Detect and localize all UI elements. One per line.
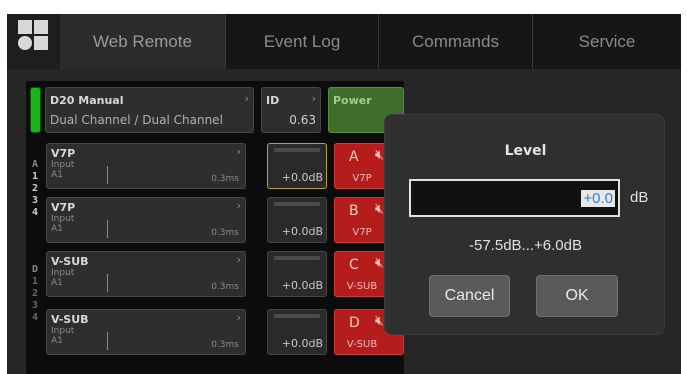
channel-input: Input: [51, 214, 75, 224]
tab-event-log[interactable]: Event Log: [225, 14, 378, 69]
chevron-right-icon: ›: [311, 92, 316, 105]
gain-value: +0.0dB: [281, 337, 323, 350]
channel-row-2[interactable]: V7P › Input A1 0.3ms: [46, 197, 246, 243]
output-label: V-SUB: [346, 339, 378, 350]
level-unit: dB: [630, 189, 649, 206]
channel-input: Input: [51, 268, 75, 278]
id-value: 0.63: [289, 113, 316, 127]
output-letter: B: [349, 203, 359, 219]
chevron-right-icon: ›: [236, 253, 241, 266]
cancel-button[interactable]: Cancel: [429, 275, 510, 317]
side-num: 3: [31, 300, 39, 311]
channel-name: V-SUB: [51, 313, 89, 326]
dialog-title: Level: [504, 143, 547, 159]
gain-button-3[interactable]: +0.0dB: [267, 251, 327, 297]
side-num: 2: [31, 183, 39, 194]
ok-button[interactable]: OK: [536, 275, 618, 317]
device-panel: D20 Manual › Dual Channel / Dual Channel…: [26, 81, 404, 374]
side-letter-a: A: [31, 159, 39, 170]
channel-row-3[interactable]: V-SUB › Input A1 0.3ms: [46, 251, 246, 297]
level-input[interactable]: +0.0: [409, 179, 620, 217]
app-logo-icon: [18, 20, 50, 52]
channel-row-4[interactable]: V-SUB › Input A1 0.3ms: [46, 309, 246, 355]
device-name: D20 Manual: [50, 94, 124, 107]
output-label: V-SUB: [346, 281, 378, 292]
channel-source: A1: [51, 224, 63, 234]
level-meter: [274, 256, 320, 260]
level-input-value: +0.0: [581, 190, 615, 207]
speaker-mute-icon: 🔇︎: [375, 255, 384, 271]
gain-value: +0.0dB: [281, 225, 323, 238]
output-letter: D: [349, 315, 360, 331]
side-letter-d: D: [31, 264, 39, 275]
device-name-box[interactable]: D20 Manual › Dual Channel / Dual Channel: [45, 87, 254, 133]
gain-button-4[interactable]: +0.0dB: [267, 309, 327, 355]
channel-input: Input: [51, 160, 75, 170]
output-letter: C: [349, 257, 359, 273]
channel-source: A1: [51, 336, 63, 346]
side-num: 2: [31, 288, 39, 299]
channel-name: V7P: [51, 201, 76, 214]
level-meter: [274, 314, 320, 318]
channel-delay: 0.3ms: [211, 340, 239, 350]
channel-input: Input: [51, 326, 75, 336]
power-label: Power: [333, 94, 372, 107]
output-label: V7P: [352, 173, 372, 184]
side-num: 3: [31, 195, 39, 206]
speaker-mute-icon: 🔇︎: [375, 147, 384, 163]
channel-source: A1: [51, 170, 63, 180]
chevron-right-icon: ›: [236, 311, 241, 324]
device-status-led: [30, 87, 41, 133]
app-window: Web Remote Event Log Commands Service D2…: [7, 14, 681, 374]
output-label: V7P: [352, 227, 372, 238]
chevron-right-icon: ›: [244, 92, 249, 105]
gain-button-2[interactable]: +0.0dB: [267, 197, 327, 243]
gain-value: +0.0dB: [281, 279, 323, 292]
top-navigation: Web Remote Event Log Commands Service: [7, 14, 681, 69]
tab-commands[interactable]: Commands: [378, 14, 532, 69]
channel-delay: 0.3ms: [211, 174, 239, 184]
level-dialog: Level +0.0 dB -57.5dB...+6.0dB Cancel OK: [384, 114, 665, 335]
device-id-box[interactable]: ID › 0.63: [261, 87, 321, 133]
channel-name: V7P: [51, 147, 76, 160]
channel-delay: 0.3ms: [211, 228, 239, 238]
output-letter: A: [349, 149, 359, 165]
id-label: ID: [266, 94, 280, 107]
channel-delay: 0.3ms: [211, 282, 239, 292]
tab-web-remote[interactable]: Web Remote: [60, 14, 225, 69]
channel-source: A1: [51, 278, 63, 288]
chevron-right-icon: ›: [236, 199, 241, 212]
level-meter: [274, 148, 320, 152]
tab-service[interactable]: Service: [532, 14, 681, 69]
speaker-mute-icon: 🔇︎: [375, 313, 384, 329]
side-num: 4: [31, 312, 39, 323]
speaker-mute-icon: 🔇︎: [375, 201, 384, 217]
gain-value: +0.0dB: [281, 171, 323, 184]
channel-name: V-SUB: [51, 255, 89, 268]
side-num: 1: [31, 276, 39, 287]
level-range: -57.5dB...+6.0dB: [469, 237, 582, 254]
chevron-right-icon: ›: [236, 145, 241, 158]
side-num: 1: [31, 171, 39, 182]
level-meter: [274, 202, 320, 206]
channel-row-1[interactable]: V7P › Input A1 0.3ms: [46, 143, 246, 189]
device-mode: Dual Channel / Dual Channel: [50, 113, 223, 127]
gain-button-1[interactable]: +0.0dB: [267, 143, 327, 189]
side-num: 4: [31, 207, 39, 218]
